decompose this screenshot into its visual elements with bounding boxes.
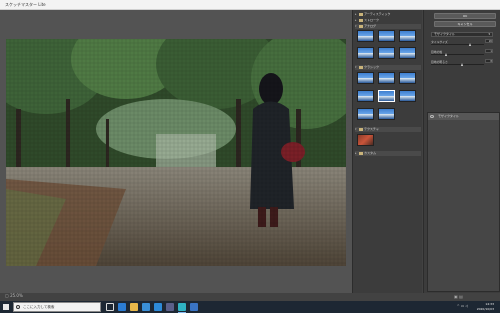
- file-explorer-icon[interactable]: [130, 303, 138, 311]
- filter-library-panel: ▸ アーティスティック ▸ ストローク ▾ アナログ ▾ クラシック ▾ テクスチャ ▸ カ…: [352, 10, 422, 293]
- folder-classic[interactable]: ▾ クラシック: [355, 65, 421, 70]
- folder-artistic[interactable]: ▸ アーティスティック: [355, 12, 421, 17]
- slider-tile-size[interactable]: タイルサイズ 20: [431, 39, 493, 46]
- slider-track[interactable]: [431, 44, 484, 45]
- folder-texture[interactable]: ▾ テクスチャ: [355, 127, 421, 132]
- clock-date: 2020/10/03: [476, 306, 494, 311]
- zoom-level: 25.0%: [10, 293, 23, 298]
- image-canvas[interactable]: [6, 39, 346, 266]
- filter-thumbnail-selected[interactable]: [378, 90, 395, 102]
- filter-thumbnail[interactable]: [399, 47, 416, 59]
- filter-thumbnail[interactable]: [378, 30, 395, 42]
- sketch-app-icon[interactable]: [178, 303, 186, 313]
- chevron-down-icon: ▾: [488, 32, 490, 36]
- edge-browser-icon[interactable]: [118, 303, 126, 311]
- effect-layers-list: モザイクタイル: [427, 112, 500, 292]
- folder-icon: [359, 151, 363, 155]
- filter-thumbnail[interactable]: [357, 30, 374, 42]
- filter-thumbnail[interactable]: [399, 90, 416, 102]
- slider-track[interactable]: [431, 54, 484, 55]
- windows-start-icon[interactable]: [3, 304, 9, 310]
- folder-icon: [359, 12, 363, 16]
- filter-thumbnail[interactable]: [378, 72, 395, 84]
- slider-track[interactable]: [431, 64, 484, 65]
- preset-dropdown[interactable]: モザイクタイル ▾: [431, 32, 493, 37]
- mail-icon[interactable]: [154, 303, 162, 311]
- new-layer-icon[interactable]: ▣: [454, 294, 458, 299]
- slider-value-field[interactable]: 8: [485, 59, 493, 63]
- filter-thumbnail[interactable]: [399, 72, 416, 84]
- cancel-button[interactable]: キャンセル: [434, 21, 496, 27]
- app-icon[interactable]: [166, 303, 174, 311]
- folder-stroke[interactable]: ▸ ストローク: [355, 18, 421, 23]
- photos-app-icon[interactable]: [190, 303, 198, 311]
- taskbar-search-box[interactable]: ここに入力して検索: [13, 302, 101, 312]
- filter-thumbnail[interactable]: [357, 47, 374, 59]
- store-icon[interactable]: [142, 303, 150, 311]
- volume-icon[interactable]: ◁: [465, 304, 468, 308]
- task-view-icon[interactable]: [106, 303, 114, 311]
- slider-grout-width[interactable]: 目地の幅 1: [431, 49, 493, 56]
- network-icon[interactable]: ▭: [461, 304, 464, 308]
- layer-actions: ▣ ▤: [454, 294, 463, 299]
- search-icon: [16, 305, 20, 309]
- system-tray: ^ ▭ ◁: [457, 304, 468, 308]
- clock[interactable]: 14:33 2020/10/03: [477, 302, 494, 311]
- filter-thumbnail[interactable]: [378, 47, 395, 59]
- filter-thumbnail[interactable]: [357, 72, 374, 84]
- effect-layer-item[interactable]: モザイクタイル: [428, 113, 499, 120]
- slider-value-field[interactable]: 1: [485, 49, 493, 53]
- slider-handle[interactable]: [445, 53, 447, 56]
- title-bar: スケッチマスター Lite: [0, 0, 500, 10]
- taskbar: ここに入力して検索 ^ ▭ ◁ 14:33 2020/10/03: [0, 301, 500, 313]
- chevron-up-icon[interactable]: ^: [457, 304, 460, 308]
- filter-thumbnail[interactable]: [357, 90, 374, 102]
- slider-handle[interactable]: [469, 43, 471, 46]
- folder-analog[interactable]: ▾ アナログ: [355, 24, 421, 29]
- slider-grout-brightness[interactable]: 目地の明るさ 8: [431, 59, 493, 66]
- workspace: [0, 10, 352, 293]
- slider-value-field[interactable]: 20: [485, 39, 493, 43]
- folder-icon: [359, 18, 363, 22]
- filter-thumbnail[interactable]: [357, 134, 374, 146]
- filter-thumbnail[interactable]: [378, 108, 395, 120]
- status-bar: ▢ 25.0%: [5, 293, 23, 298]
- eye-icon[interactable]: [430, 115, 434, 118]
- ok-button[interactable]: OK: [434, 13, 496, 19]
- window-title: スケッチマスター Lite: [5, 2, 46, 7]
- folder-icon: [359, 127, 363, 131]
- slider-handle[interactable]: [461, 63, 463, 66]
- folder-icon: [359, 65, 363, 69]
- filter-thumbnail[interactable]: [357, 108, 374, 120]
- settings-panel: OK キャンセル モザイクタイル ▾ タイルサイズ 20 目地の幅 1 目地の明…: [423, 10, 500, 299]
- folder-icon: [359, 24, 363, 28]
- photo-preview: [6, 39, 346, 266]
- filter-thumbnail[interactable]: [399, 30, 416, 42]
- trash-icon[interactable]: ▤: [459, 294, 463, 299]
- folder-custom[interactable]: ▸ カスタム: [355, 151, 421, 156]
